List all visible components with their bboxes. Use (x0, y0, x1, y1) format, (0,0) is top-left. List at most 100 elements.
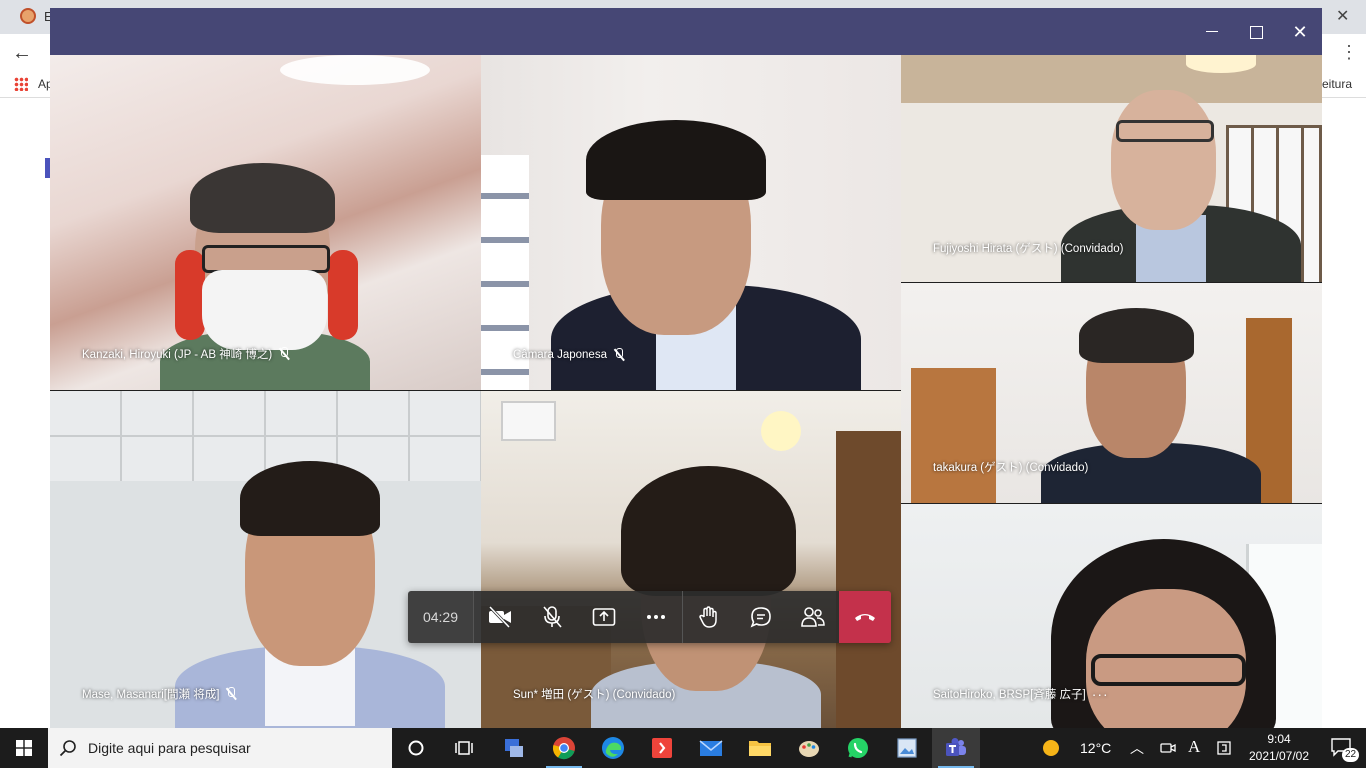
participant-tile-takakura[interactable]: takakura (ゲスト) (Convidado) (901, 283, 1322, 503)
taskbar-app-chrome[interactable] (540, 728, 588, 768)
participant-more-options[interactable]: ··· (1092, 686, 1109, 702)
taskbar-app-mail[interactable] (687, 728, 735, 768)
taskbar-app-edge[interactable] (589, 728, 637, 768)
participant-tile-saito-hiroko[interactable]: SaitoHiroko, BRSP[斉藤 広子] ··· (901, 504, 1322, 728)
meeting-title-bar[interactable]: ✕ (50, 8, 1322, 55)
taskbar-app-teams[interactable] (932, 728, 980, 768)
mic-off-icon (543, 606, 562, 628)
back-arrow-icon[interactable]: ← (12, 42, 32, 65)
participant-name-label: Kanzaki, Hiroyuki (JP - AB 神崎 博之) (82, 346, 290, 362)
notification-count-badge: 22 (1342, 748, 1360, 762)
paint-palette-icon (799, 741, 819, 757)
windows-logo-icon (16, 740, 32, 756)
clock-date: 2021/07/02 (1248, 749, 1310, 763)
ime-mode-button[interactable] (1212, 728, 1236, 768)
photo-icon (897, 738, 917, 758)
participant-tile-camara-japonesa[interactable]: Câmara Japonesa (481, 55, 901, 390)
taskbar-app-paint[interactable] (785, 728, 833, 768)
clock-time: 9:04 (1267, 732, 1291, 746)
participant-name-label: SaitoHiroko, BRSP[斉藤 広子] ··· (933, 686, 1109, 702)
call-timer: 04:29 (408, 591, 474, 643)
headphones (328, 250, 358, 340)
more-actions-button[interactable] (630, 591, 682, 643)
participant-hair (1079, 308, 1194, 363)
taskbar-app-photo-viewer[interactable] (883, 728, 931, 768)
mic-off-icon (613, 348, 625, 362)
glasses (1116, 120, 1214, 142)
anydesk-icon (652, 738, 672, 758)
meet-now-button[interactable] (1156, 728, 1180, 768)
weather-widget[interactable] (1036, 728, 1066, 768)
participant-hair (621, 466, 796, 596)
chat-icon (750, 607, 771, 628)
apps-grid-icon[interactable] (14, 77, 28, 91)
ime-icon (1217, 741, 1231, 755)
chat-button[interactable] (735, 591, 787, 643)
ceiling-light (501, 401, 556, 441)
start-button[interactable] (0, 728, 48, 768)
cortana-button[interactable] (392, 728, 440, 768)
search-placeholder: Digite aqui para pesquisar (88, 740, 251, 756)
teams-meeting-window: ✕ Kanzaki, Hiroyuki (JP - AB 神崎 博之) Câma… (50, 8, 1322, 728)
show-hidden-icons-chevron[interactable]: ︿ (1130, 738, 1144, 758)
taskbar-app-file-explorer[interactable] (736, 728, 784, 768)
taskbar-clock[interactable]: 9:04 2021/07/02 (1244, 731, 1314, 765)
network-app-icon (505, 739, 523, 757)
participants-button[interactable] (787, 591, 839, 643)
headphones (175, 250, 205, 340)
people-icon (801, 607, 825, 627)
minimize-button[interactable] (1198, 18, 1226, 46)
ceiling-light (1186, 55, 1256, 73)
ceiling-tiles (50, 391, 481, 481)
call-controls-bar: 04:29 (408, 591, 891, 643)
participant-head (1111, 90, 1216, 230)
participant-hair (586, 120, 766, 200)
taskbar-search-box[interactable]: Digite aqui para pesquisar (48, 728, 392, 768)
participant-name-label: takakura (ゲスト) (Convidado) (933, 462, 1089, 474)
taskbar-app-network[interactable] (490, 728, 538, 768)
participant-tile-kanzaki[interactable]: Kanzaki, Hiroyuki (JP - AB 神崎 博之) (50, 55, 481, 390)
task-view-icon (455, 741, 473, 755)
notification-center-button[interactable]: 22 (1318, 728, 1366, 768)
desktop: E ✕ ← ⋮ Ap eitura ✕ Kanzaki, Hiroyuki (J… (0, 0, 1366, 768)
participant-name-label: Mase, Masanari[間瀬 将成] (82, 686, 237, 702)
taskbar-app-whatsapp[interactable] (834, 728, 882, 768)
camera-off-icon (488, 606, 511, 628)
sun-icon (1043, 740, 1059, 756)
reading-list-bookmark[interactable]: eitura (1322, 77, 1352, 91)
task-view-button[interactable] (440, 728, 488, 768)
video-grid: Kanzaki, Hiroyuki (JP - AB 神崎 博之) Câmara… (50, 55, 1322, 728)
face-mask (202, 270, 327, 350)
whatsapp-icon (848, 738, 868, 758)
edge-icon (602, 737, 624, 759)
participant-tile-sun-masuda[interactable]: Sun* 増田 (ゲスト) (Convidado) (481, 391, 901, 728)
browser-close-icon[interactable]: ✕ (1336, 6, 1349, 26)
raise-hand-button[interactable] (683, 591, 735, 643)
glasses (202, 245, 330, 273)
taskbar-app-anydesk[interactable] (638, 728, 686, 768)
wall-lamp (761, 411, 801, 451)
participant-tile-mase[interactable]: Mase, Masanari[間瀬 将成] (50, 391, 481, 728)
wooden-door (836, 431, 901, 728)
hang-up-button[interactable] (839, 591, 891, 643)
mic-off-icon (278, 347, 290, 361)
chrome-icon (552, 737, 575, 760)
more-icon (647, 615, 665, 619)
participant-hair (240, 461, 380, 536)
participant-tile-fujiyoshi-hirata[interactable]: Fujiyoshi Hirata (ゲスト) (Convidado) (901, 55, 1322, 282)
participant-name-label: Sun* 増田 (ゲスト) (Convidado) (513, 689, 676, 701)
weather-temperature[interactable]: 12°C (1080, 740, 1111, 756)
search-icon (48, 739, 88, 757)
maximize-button[interactable] (1242, 18, 1270, 46)
share-screen-button[interactable] (578, 591, 630, 643)
mute-toggle-button[interactable] (526, 591, 578, 643)
close-button[interactable]: ✕ (1286, 18, 1314, 46)
participant-name-label: Câmara Japonesa (513, 348, 625, 362)
input-method-indicator[interactable]: A (1188, 737, 1200, 757)
hang-up-icon (855, 614, 875, 621)
folder-icon (749, 741, 771, 756)
mic-off-icon (225, 687, 237, 701)
camera-toggle-button[interactable] (474, 591, 526, 643)
wooden-door (911, 368, 996, 503)
browser-menu-icon[interactable]: ⋮ (1340, 42, 1358, 63)
